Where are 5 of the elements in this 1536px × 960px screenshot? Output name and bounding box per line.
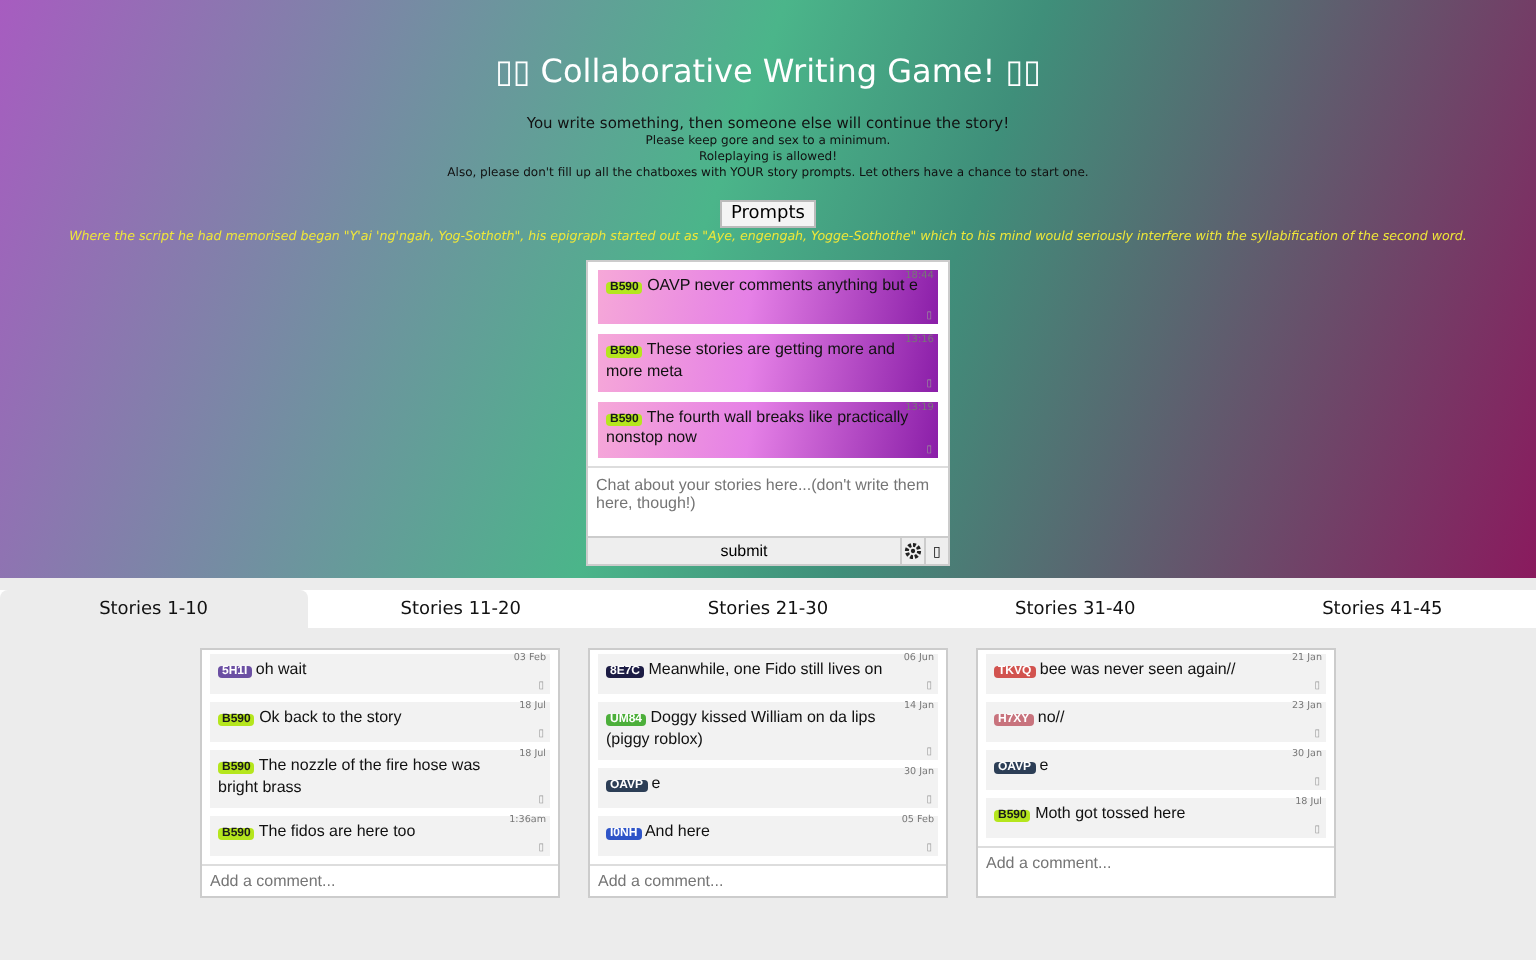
settings-icon xyxy=(904,542,922,561)
stories-tab[interactable]: Stories 1-10 xyxy=(0,590,308,629)
page-title: ▯▯ Collaborative Writing Game! ▯▯ xyxy=(495,52,1041,90)
settings-button[interactable] xyxy=(900,538,924,565)
prompts-button[interactable]: Prompts xyxy=(719,200,817,228)
